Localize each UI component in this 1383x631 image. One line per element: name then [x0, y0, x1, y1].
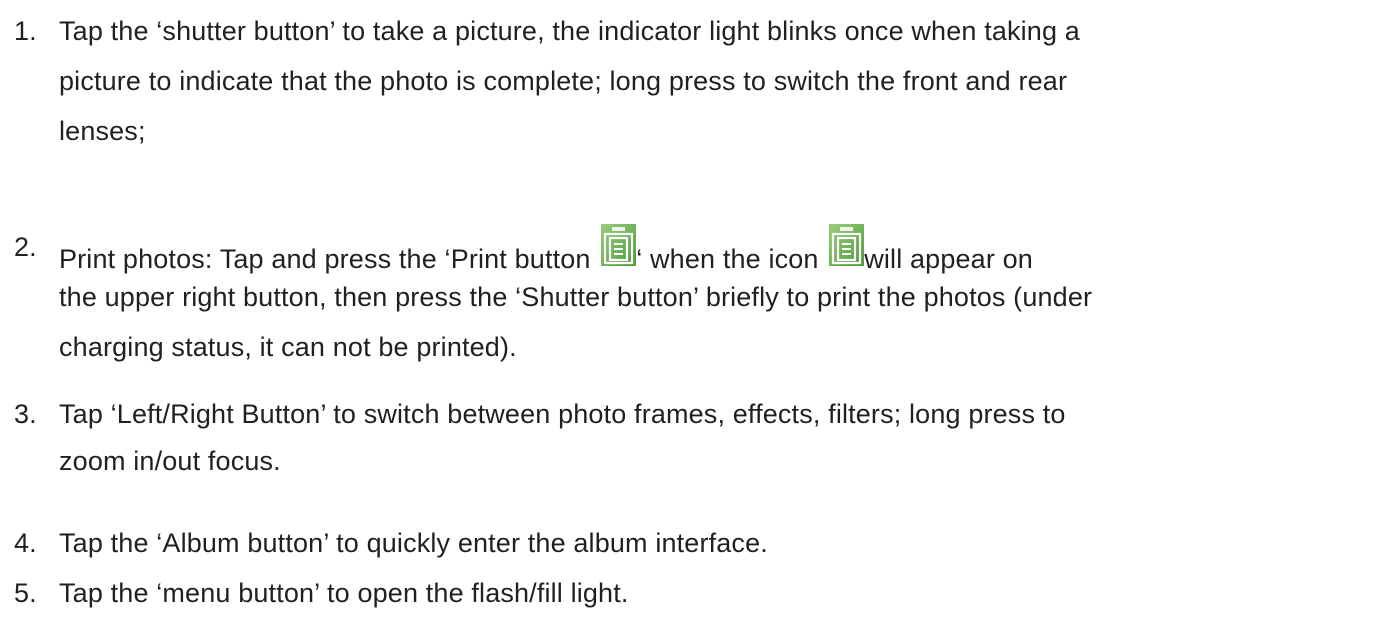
print-icon [601, 224, 637, 266]
list-number: 3. [14, 399, 37, 429]
item-2-line-3: charging status, it can not be printed). [59, 332, 517, 362]
instruction-document: 1. Tap the ‘shutter button’ to take a pi… [0, 0, 1383, 631]
list-number: 1. [14, 16, 37, 46]
item-5-line-1: Tap the ‘menu button’ to open the flash/… [59, 578, 629, 608]
list-number: 4. [14, 528, 37, 558]
item-1-line-3: lenses; [59, 116, 146, 146]
list-number: 2. [14, 232, 37, 262]
item-2-line-2: the upper right button, then press the ‘… [59, 282, 1093, 312]
list-item-4: 4. Tap the ‘Album button’ to quickly ent… [14, 528, 1374, 558]
print-icon [829, 224, 865, 266]
item-1-line-2: picture to indicate that the photo is co… [59, 66, 1068, 96]
item-4-line-1: Tap the ‘Album button’ to quickly enter … [59, 528, 768, 558]
list-item-1: 1. Tap the ‘shutter button’ to take a pi… [14, 16, 1374, 146]
list-number: 5. [14, 578, 37, 608]
item-1-line-1: Tap the ‘shutter button’ to take a pictu… [59, 16, 1080, 46]
list-item-2: 2. Print photos: Tap and press the ‘Prin… [14, 224, 1374, 362]
item-2-line-1: Print photos: Tap and press the ‘Print b… [59, 224, 1374, 274]
item-3-line-2: zoom in/out focus. [59, 446, 281, 476]
item-2-text-c: will appear on [864, 244, 1033, 274]
list-item-3: 3. Tap ‘Left/Right Button’ to switch bet… [14, 399, 1374, 476]
item-2-text-a: Print photos: Tap and press the ‘Print b… [59, 244, 599, 274]
list-item-5: 5. Tap the ‘menu button’ to open the fla… [14, 578, 1374, 608]
item-2-text-b: ‘ when the icon [636, 244, 827, 274]
item-3-line-1: Tap ‘Left/Right Button’ to switch betwee… [59, 399, 1066, 429]
